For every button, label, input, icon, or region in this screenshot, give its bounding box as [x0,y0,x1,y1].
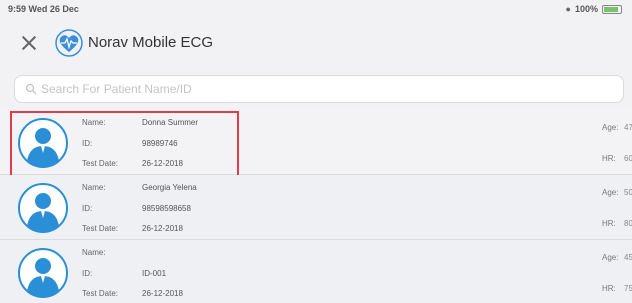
test-date-label: Test Date: [82,224,119,233]
battery-percent: 100% [574,4,598,14]
status-date-text: Wed 26 Dec [28,4,79,14]
id-label: ID: [82,204,93,213]
age-label: Age: [602,188,619,197]
age-label: Age: [602,253,619,262]
app-title: Norav Mobile ECG [88,34,214,51]
battery-icon [602,4,622,14]
id-label: ID: [82,139,93,148]
hr-label: HR: [602,219,616,228]
patient-id: ID-001 [142,269,167,278]
patient-id: 98989746 [142,139,178,148]
avatar [18,183,68,233]
patient-hr: 80 [624,219,632,228]
search-input[interactable] [41,79,601,99]
name-label: Name: [82,248,106,257]
wifi-icon: ● [565,4,571,14]
patient-name: Georgia Yelena [142,183,197,192]
search-icon [25,83,37,95]
avatar [18,118,68,168]
test-date: 26-12-2018 [142,289,183,298]
hr-label: HR: [602,154,616,163]
name-label: Name: [82,183,106,192]
test-date: 26-12-2018 [142,159,183,168]
patient-row[interactable]: Name: Donna Summer ID: 98989746 Test Dat… [0,110,632,178]
patient-name: Donna Summer [142,118,199,127]
test-date-label: Test Date: [82,159,119,168]
patient-list: Name: Donna Summer ID: 98989746 Test Dat… [0,110,632,303]
nav-bar: Norav Mobile ECG [0,20,632,66]
status-time: 9:59 Wed 26 Dec [8,4,79,14]
close-icon[interactable] [20,34,38,52]
patient-hr: 75 [624,284,632,293]
status-time-text: 9:59 [8,4,27,14]
patient-row[interactable]: Name: Georgia Yelena ID: 98598598658 Tes… [0,175,632,240]
patient-age: 45 [624,253,632,262]
patient-hr: 60 [624,154,632,163]
search-bar[interactable] [14,75,624,103]
patient-age: 47 [624,123,632,132]
status-right: ● 100% [566,4,622,14]
status-bar: 9:59 Wed 26 Dec ● 100% [0,0,632,20]
avatar [18,248,68,298]
age-label: Age: [602,123,619,132]
app-logo-icon [55,29,83,57]
patient-id: 98598598658 [142,204,191,213]
test-date: 26-12-2018 [142,224,183,233]
name-label: Name: [82,118,106,127]
patient-row[interactable]: Name: ID: ID-001 Test Date: 26-12-2018 A… [0,240,632,303]
patient-age: 50 [624,188,632,197]
hr-label: HR: [602,284,616,293]
id-label: ID: [82,269,93,278]
test-date-label: Test Date: [82,289,119,298]
